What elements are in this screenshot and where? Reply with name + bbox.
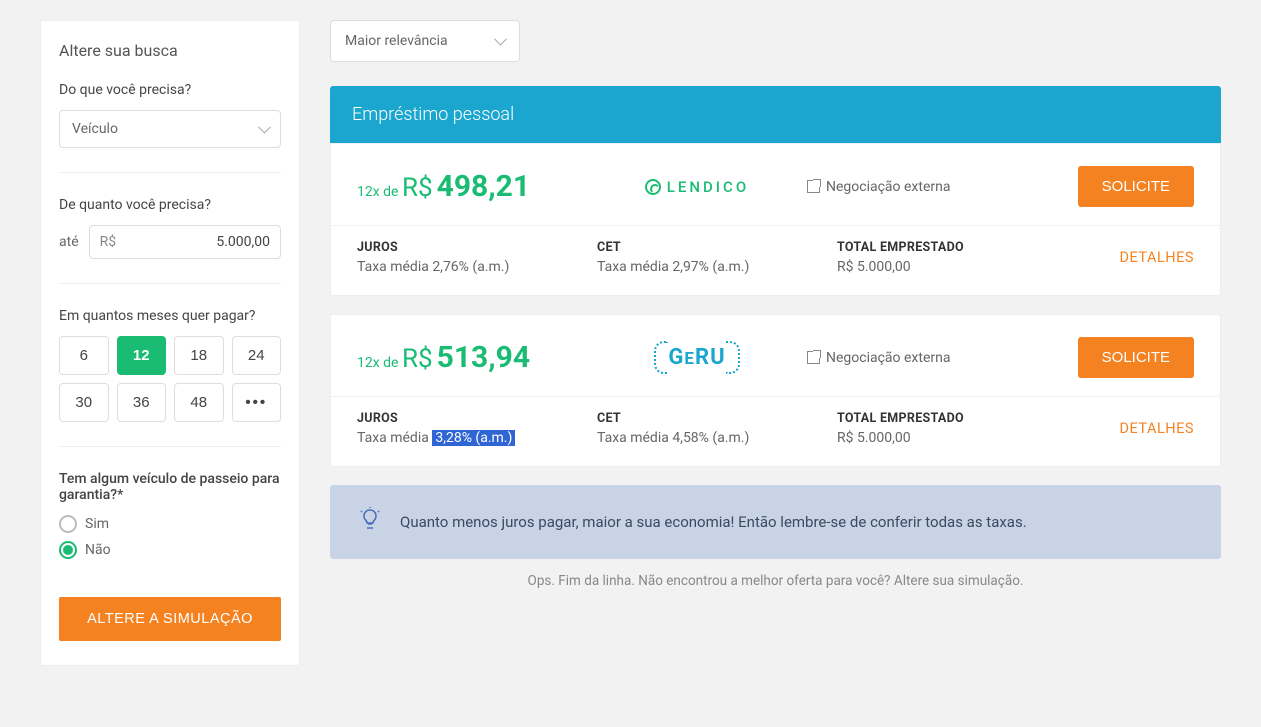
tip-text: Quanto menos juros pagar, maior a sua ec… [400, 513, 1027, 531]
currency: R$ [402, 344, 433, 374]
guarantee-label: Tem algum veículo de passeio para garant… [59, 471, 281, 503]
amount-label: De quanto você precisa? [59, 197, 281, 213]
total-value: R$ 5.000,00 [837, 430, 1057, 446]
juros-label: JUROS [357, 411, 577, 426]
guarantee-no-radio[interactable]: Não [59, 541, 281, 559]
months-label: Em quantos meses quer pagar? [59, 308, 281, 324]
total-value: R$ 5.000,00 [837, 259, 1057, 275]
installments-prefix: 12x de [357, 184, 398, 200]
detalhes-link[interactable]: DETALHES [1120, 420, 1194, 437]
months-option-36[interactable]: 36 [117, 383, 167, 422]
external-link-icon [807, 180, 820, 193]
neg-label: Negociação externa [826, 350, 950, 366]
lightbulb-icon [358, 507, 382, 537]
price-value: 498,21 [437, 169, 530, 204]
lender-logo-geru: GERU [654, 341, 739, 374]
months-option-30[interactable]: 30 [59, 383, 109, 422]
section-header: Empréstimo pessoal [330, 86, 1221, 143]
offer-card: 12x de R$513,94 GERU Negociação externa … [330, 314, 1221, 467]
guarantee-yes-radio[interactable]: Sim [59, 515, 281, 533]
guarantee-yes-label: Sim [85, 516, 109, 532]
months-option-24[interactable]: 24 [232, 336, 282, 375]
months-option-18[interactable]: 18 [174, 336, 224, 375]
months-option-6[interactable]: 6 [59, 336, 109, 375]
months-option-12[interactable]: 12 [117, 336, 167, 375]
total-label: TOTAL EMPRESTADO [837, 240, 1057, 255]
juros-prefix: Taxa média [357, 430, 432, 446]
filter-sidebar: Altere sua busca Do que você precisa? Ve… [40, 20, 300, 666]
radio-icon [59, 515, 77, 533]
price-value: 513,94 [437, 340, 530, 375]
external-negotiation: Negociação externa [807, 350, 1058, 366]
amount-currency: R$ [100, 234, 117, 250]
tip-banner: Quanto menos juros pagar, maior a sua ec… [330, 485, 1221, 559]
need-label: Do que você precisa? [59, 82, 281, 98]
sidebar-title: Altere sua busca [59, 41, 281, 60]
external-link-icon [807, 351, 820, 364]
months-option-48[interactable]: 48 [174, 383, 224, 422]
lender-name: LENDICO [667, 178, 749, 196]
cet-label: CET [597, 411, 817, 426]
juros-value: Taxa média 3,28% (a.m.) [357, 430, 577, 446]
neg-label: Negociação externa [826, 179, 950, 195]
total-label: TOTAL EMPRESTADO [837, 411, 1057, 426]
sort-select[interactable]: Maior relevância [330, 20, 520, 62]
solicite-button[interactable]: SOLICITE [1078, 166, 1194, 207]
guarantee-no-label: Não [85, 542, 111, 558]
update-simulation-button[interactable]: ALTERE A SIMULAÇÃO [59, 597, 281, 641]
juros-value: Taxa média 2,76% (a.m.) [357, 259, 577, 275]
currency: R$ [402, 173, 433, 203]
installments-prefix: 12x de [357, 355, 398, 371]
cet-label: CET [597, 240, 817, 255]
solicite-button[interactable]: SOLICITE [1078, 337, 1194, 378]
amount-input[interactable]: R$ 5.000,00 [89, 225, 281, 259]
radio-icon [59, 541, 77, 559]
juros-label: JUROS [357, 240, 577, 255]
amount-prefix: até [59, 234, 79, 250]
lender-logo-lendico: LENDICO [645, 178, 749, 196]
need-select[interactable]: Veículo [59, 110, 281, 148]
detalhes-link[interactable]: DETALHES [1120, 249, 1194, 266]
months-more-button[interactable]: ••• [232, 383, 282, 422]
juros-highlight: 3,28% (a.m.) [432, 430, 515, 446]
offer-card: 12x de R$498,21 LENDICO Negociação exter… [330, 143, 1221, 296]
lendico-icon [645, 179, 661, 195]
end-of-results: Ops. Fim da linha. Não encontrou a melho… [330, 573, 1221, 589]
results-main: Maior relevância Empréstimo pessoal 12x … [330, 20, 1221, 666]
external-negotiation: Negociação externa [807, 179, 1058, 195]
amount-value: 5.000,00 [216, 234, 270, 250]
cet-value: Taxa média 2,97% (a.m.) [597, 259, 817, 275]
cet-value: Taxa média 4,58% (a.m.) [597, 430, 817, 446]
